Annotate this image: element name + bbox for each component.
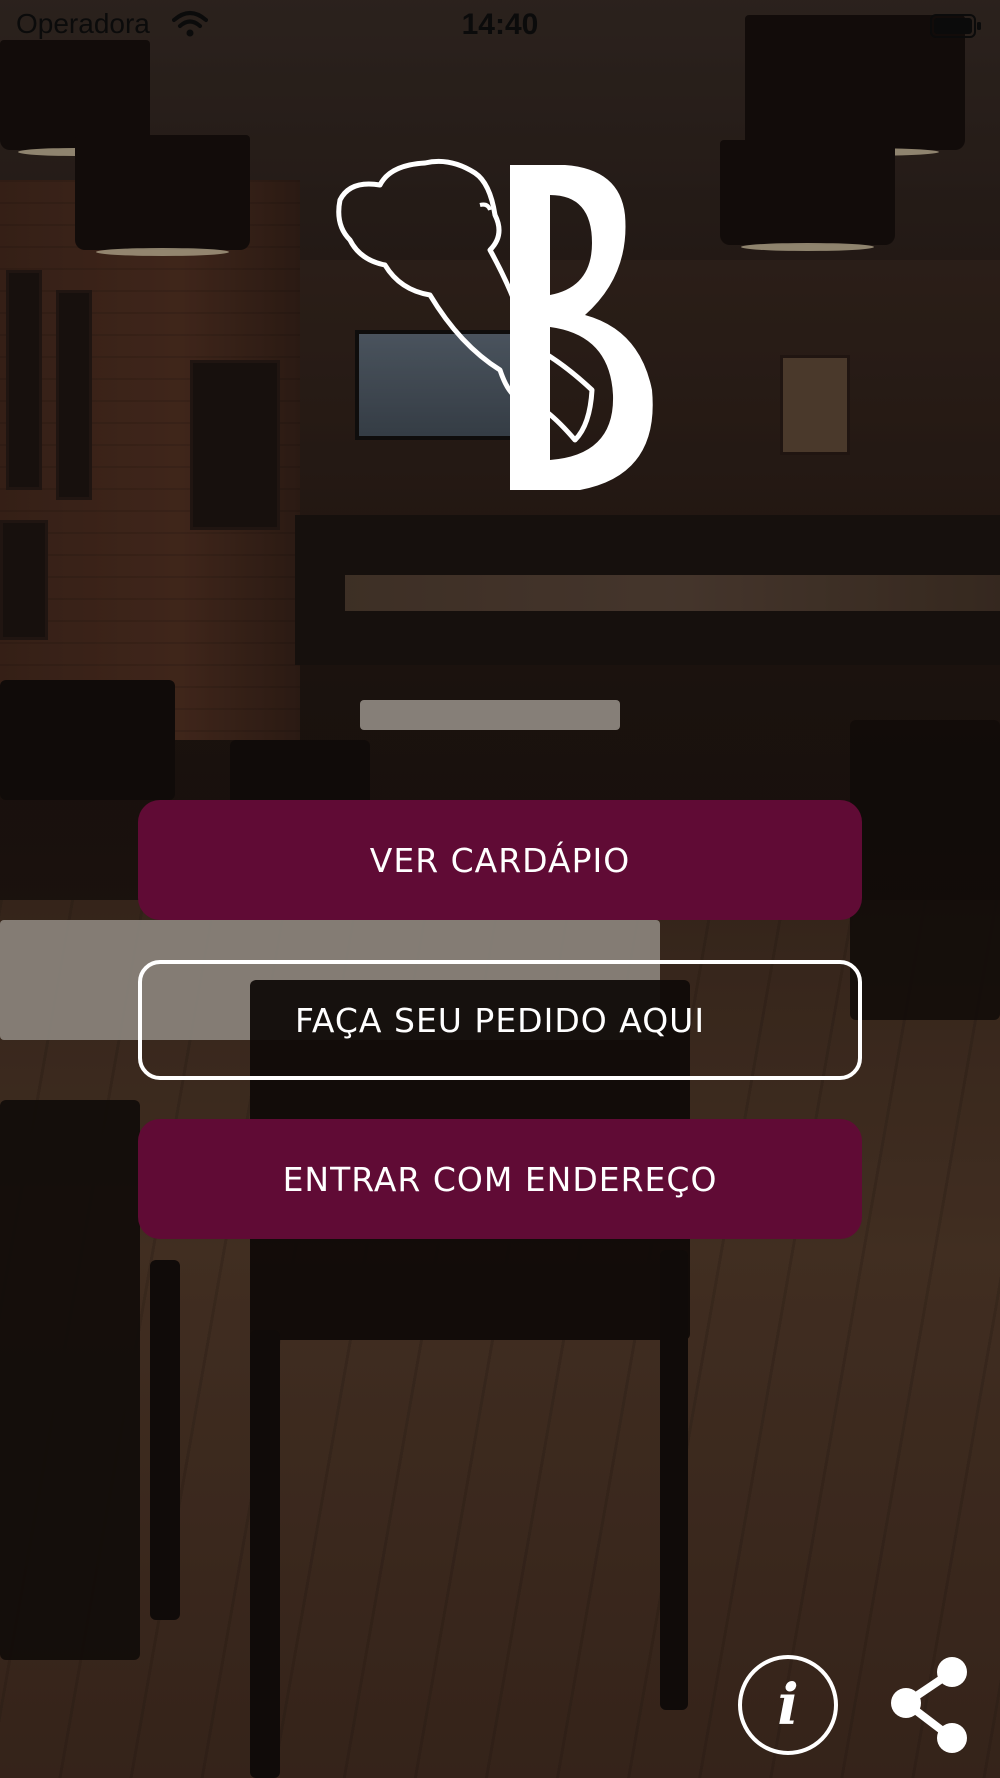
logo-letter <box>510 165 653 490</box>
bison-b-logo <box>336 158 653 490</box>
enter-address-label: ENTRAR COM ENDEREÇO <box>282 1159 718 1199</box>
place-order-button[interactable]: FAÇA SEU PEDIDO AQUI <box>138 960 862 1080</box>
share-icon[interactable] <box>880 1655 980 1755</box>
status-time: 14:40 <box>461 8 539 41</box>
info-glyph: i <box>777 1672 799 1738</box>
enter-address-button[interactable]: ENTRAR COM ENDEREÇO <box>138 1119 862 1239</box>
status-bar: Operadora 14:40 <box>0 0 1000 50</box>
view-menu-button[interactable]: VER CARDÁPIO <box>138 800 862 920</box>
info-icon[interactable]: i <box>738 1655 838 1755</box>
view-menu-label: VER CARDÁPIO <box>369 840 631 880</box>
battery-icon <box>930 14 981 38</box>
app-screen: Operadora 14:40 VER CARDÁPIO FAÇA SEU PE… <box>0 0 1000 1778</box>
place-order-label: FAÇA SEU PEDIDO AQUI <box>294 1000 706 1040</box>
